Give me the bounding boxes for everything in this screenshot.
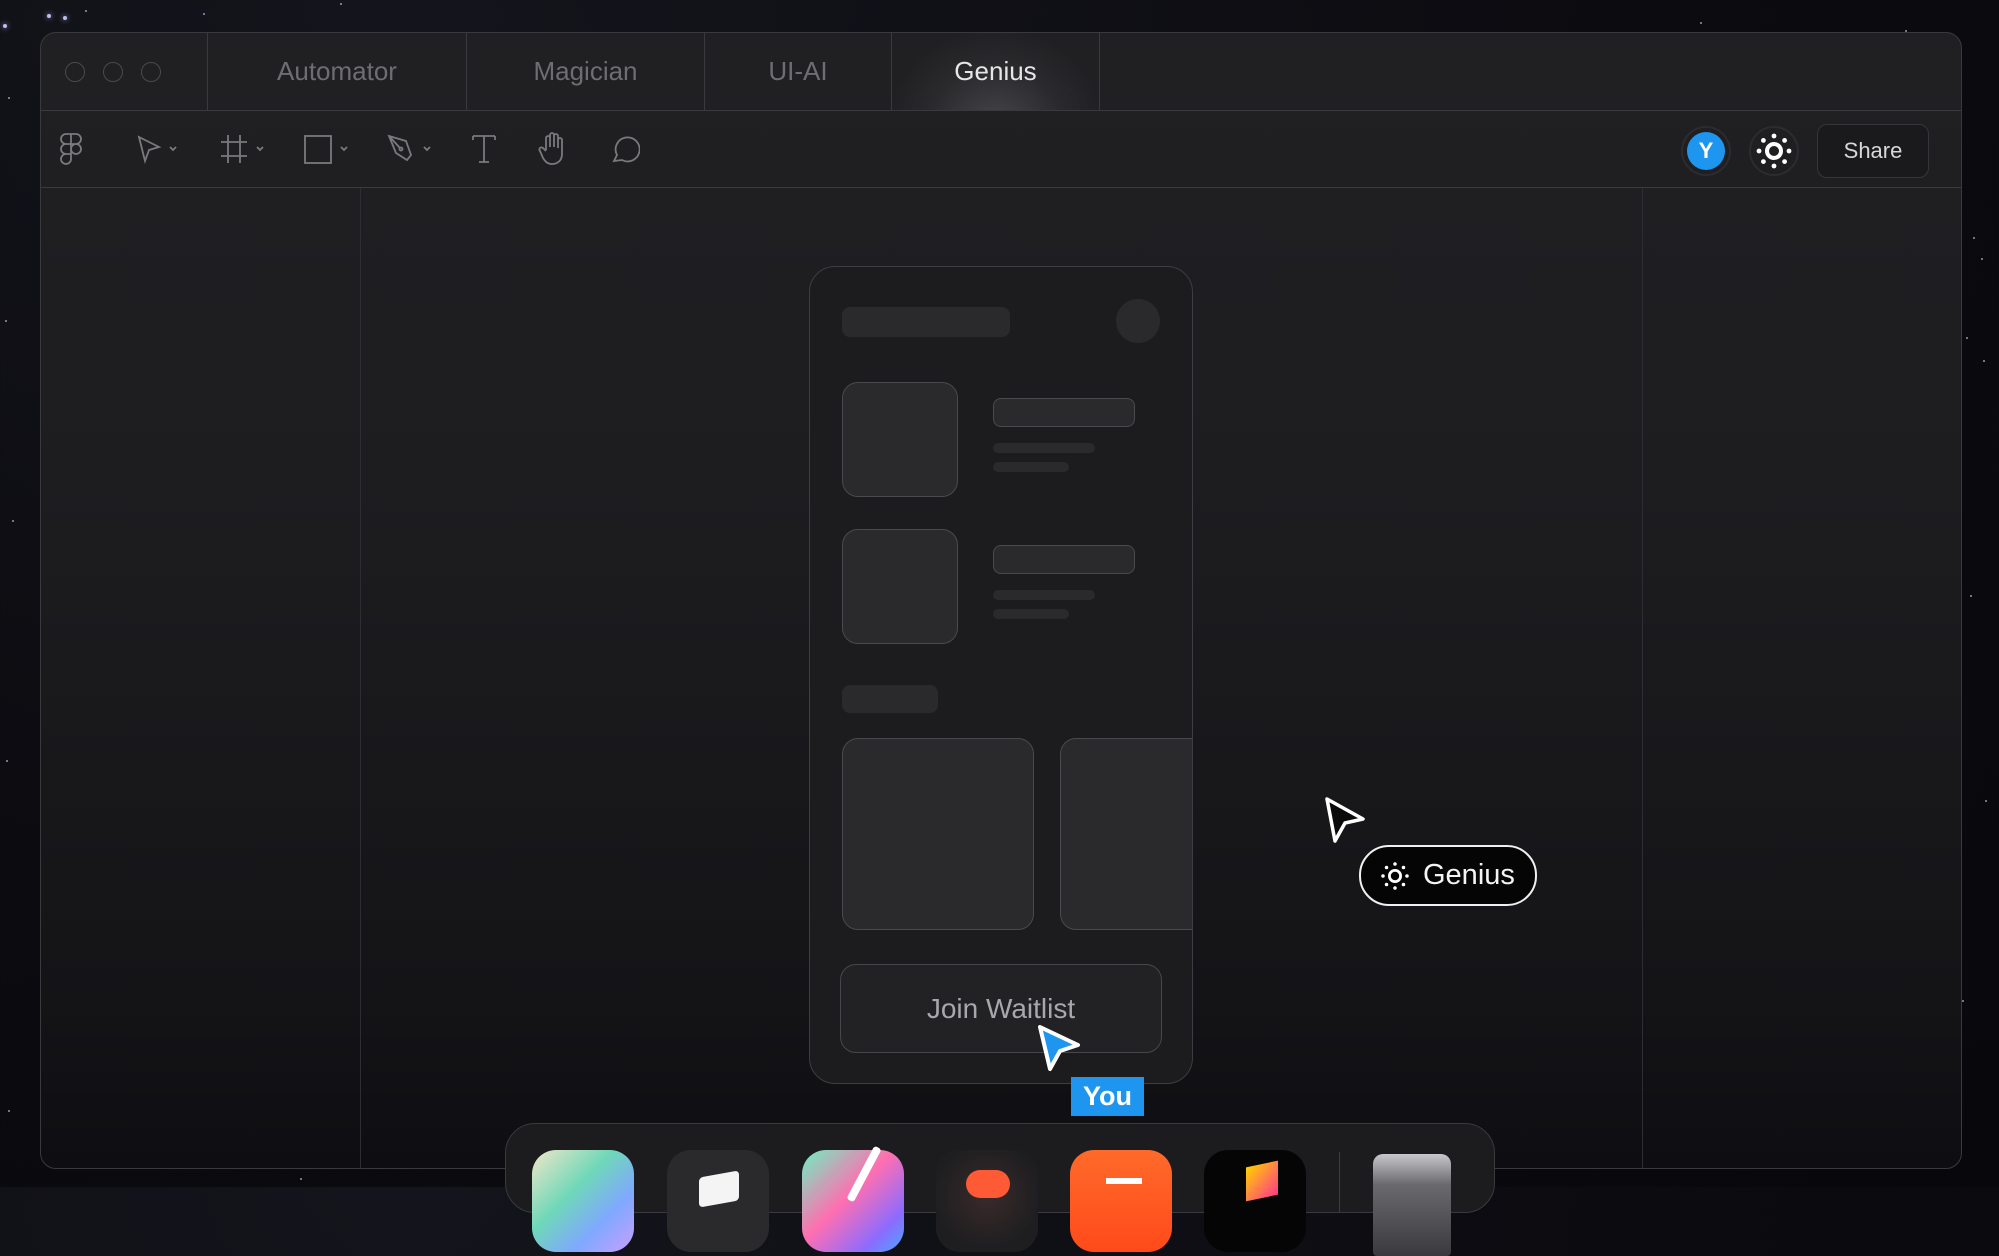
layers-panel <box>41 188 361 1168</box>
3d-cube-app-icon[interactable] <box>1204 1150 1306 1252</box>
cursor-arrow-icon <box>1038 1025 1080 1071</box>
skeleton-heading <box>993 398 1135 427</box>
figma-logo-icon <box>60 133 82 165</box>
shape-tool-button[interactable] <box>303 132 349 166</box>
gradient-app-icon[interactable] <box>532 1150 634 1252</box>
skeleton-line <box>993 609 1069 619</box>
app-window: Automator Magician UI-AI Genius Y Share … <box>40 32 1962 1169</box>
sun-sparkle-icon <box>1381 861 1409 890</box>
genius-cursor <box>1323 795 1371 852</box>
chevron-down-icon <box>340 146 348 152</box>
figma-menu-button[interactable] <box>59 132 83 166</box>
hand-icon <box>538 132 563 165</box>
user-avatar-button[interactable]: Y <box>1681 126 1731 176</box>
move-tool-button[interactable] <box>136 132 178 166</box>
skeleton-thumbnail <box>842 529 958 644</box>
chevron-down-icon <box>256 146 264 152</box>
orange-app-icon[interactable] <box>1070 1150 1172 1252</box>
rectangle-icon <box>304 135 332 164</box>
tab-magician[interactable]: Magician <box>467 33 705 110</box>
genius-cursor-label: Genius <box>1359 845 1537 906</box>
skeleton-card <box>1060 738 1192 930</box>
traffic-lights <box>41 33 208 110</box>
skeleton-card <box>842 738 1034 930</box>
genius-ai-button[interactable] <box>1749 126 1799 176</box>
comment-tool-button[interactable] <box>608 132 640 166</box>
toolbar: Y Share <box>41 110 1961 188</box>
skeleton-heading <box>993 545 1135 574</box>
skeleton-line <box>993 590 1095 600</box>
chevron-down-icon <box>423 146 431 152</box>
frame-tool-button[interactable] <box>219 132 265 166</box>
skeleton-title <box>842 307 1010 337</box>
dock-divider <box>1339 1152 1340 1212</box>
maximize-window-button[interactable] <box>141 61 161 82</box>
skeleton-thumbnail <box>842 382 958 497</box>
avatar: Y <box>1687 132 1725 170</box>
you-cursor <box>1036 1023 1084 1080</box>
frame-hash-icon <box>221 135 247 163</box>
comment-icon <box>612 136 640 163</box>
genius-cursor-name: Genius <box>1423 859 1515 891</box>
dock <box>505 1123 1495 1256</box>
skeleton-avatar <box>1116 299 1160 343</box>
text-tool-button[interactable] <box>471 132 497 166</box>
minimize-window-button[interactable] <box>103 61 123 82</box>
phone-mockup-frame[interactable]: Join Waitlist <box>809 266 1193 1084</box>
skeleton-line <box>993 462 1069 472</box>
figma-app-icon[interactable] <box>936 1150 1038 1252</box>
tab-automator[interactable]: Automator <box>208 33 467 110</box>
trash-icon[interactable] <box>1373 1154 1451 1256</box>
hand-tool-button[interactable] <box>537 132 569 166</box>
cursor-arrow-icon <box>1325 797 1365 843</box>
tab-genius[interactable]: Genius <box>892 33 1100 110</box>
chevron-down-icon <box>169 146 177 152</box>
tab-ui-ai[interactable]: UI-AI <box>705 33 892 110</box>
properties-panel <box>1642 188 1961 1168</box>
pen-tool-button[interactable] <box>386 132 432 166</box>
pen-icon <box>387 134 413 162</box>
design-tool-app-icon[interactable] <box>802 1145 904 1252</box>
move-pointer-icon <box>137 135 162 164</box>
share-button[interactable]: Share <box>1817 124 1929 178</box>
notes-app-icon[interactable] <box>667 1150 769 1252</box>
join-waitlist-button[interactable]: Join Waitlist <box>840 964 1162 1053</box>
you-cursor-label: You <box>1071 1077 1144 1116</box>
text-icon <box>472 135 496 163</box>
tab-bar: Automator Magician UI-AI Genius <box>41 33 1961 111</box>
close-window-button[interactable] <box>65 61 85 82</box>
sun-sparkle-icon <box>1756 133 1792 169</box>
skeleton-section-label <box>842 685 938 713</box>
skeleton-line <box>993 443 1095 453</box>
